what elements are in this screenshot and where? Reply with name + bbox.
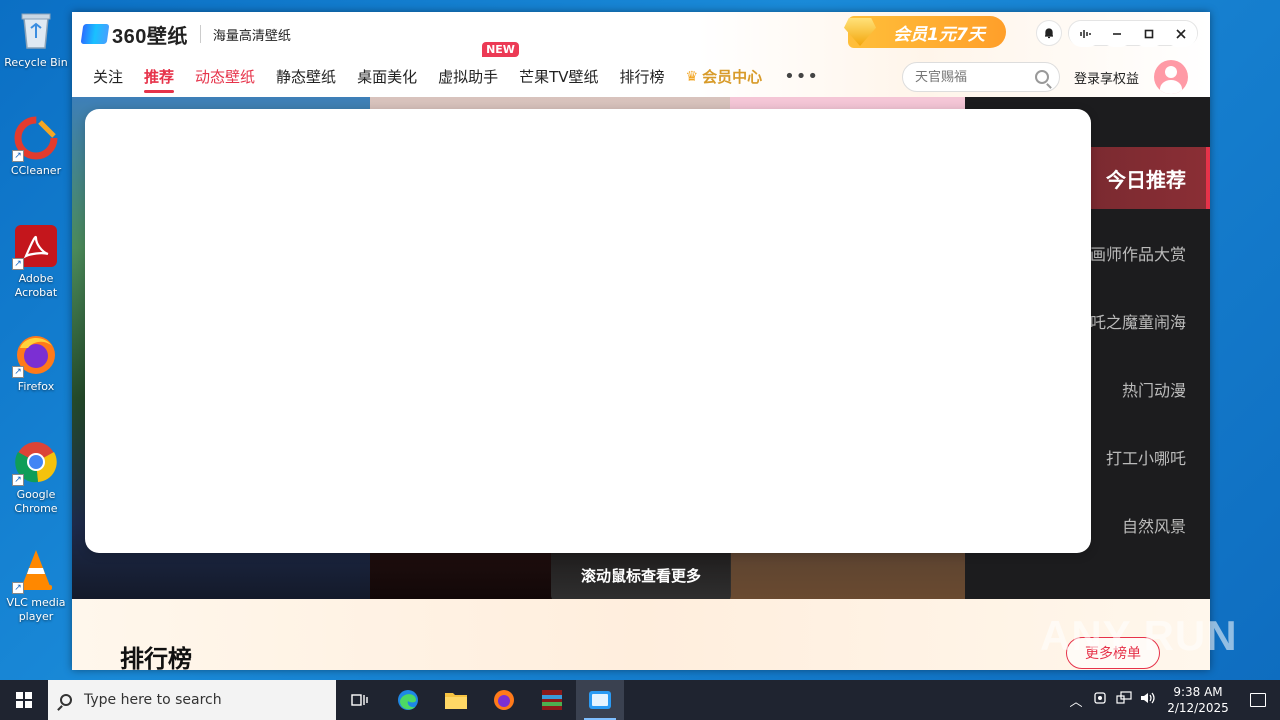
wallpaper-app-window: 360壁纸 海量高清壁纸 会员1元7天 关注 推荐 动态壁纸 静态壁纸 桌面美化…	[72, 12, 1210, 670]
chrome-icon: ↗	[12, 440, 58, 486]
desktop-icon-label: Recycle Bin	[4, 56, 68, 69]
side-menu-item[interactable]: 打工小哪吒	[1106, 445, 1186, 469]
taskbar-winrar[interactable]	[528, 680, 576, 720]
nav-recommend[interactable]: 推荐	[144, 56, 175, 97]
nav-ranking[interactable]: 排行榜	[620, 56, 665, 97]
minimize-button[interactable]	[1101, 21, 1133, 47]
bell-icon[interactable]	[1036, 20, 1062, 46]
desktop-icon-label: Adobe Acrobat	[14, 272, 58, 299]
maximize-button[interactable]	[1133, 21, 1165, 47]
taskbar: Type here to search ︿ 9:38 AM 2/12/2025	[0, 680, 1280, 720]
volume-icon[interactable]	[1136, 691, 1160, 709]
ranking-title: 排行榜	[120, 645, 192, 670]
desktop-icon-recycle-bin[interactable]: Recycle Bin	[4, 8, 68, 70]
logo-mark-icon	[80, 24, 110, 44]
start-button[interactable]	[0, 680, 48, 720]
shortcut-arrow-icon: ↗	[12, 150, 24, 162]
shortcut-arrow-icon: ↗	[12, 366, 24, 378]
clock[interactable]: 9:38 AM 2/12/2025	[1160, 684, 1236, 716]
system-tray: ︿ 9:38 AM 2/12/2025	[1064, 680, 1280, 720]
taskbar-edge[interactable]	[384, 680, 432, 720]
side-menu-item[interactable]: 热门动漫	[1122, 377, 1186, 401]
windows-logo-icon	[16, 692, 32, 708]
search-input[interactable]	[915, 69, 1025, 85]
clock-date: 2/12/2025	[1167, 701, 1229, 715]
notification-icon	[1250, 693, 1266, 707]
new-badge: NEW	[482, 42, 519, 57]
slogan: 海量高清壁纸	[212, 28, 291, 44]
blank-popup-dialog[interactable]	[85, 109, 1091, 553]
shortcut-arrow-icon: ↗	[12, 582, 24, 594]
shortcut-arrow-icon: ↗	[12, 474, 24, 486]
nav-vip-center[interactable]: ♛ 会员中心	[686, 56, 763, 97]
window-controls	[1036, 20, 1198, 47]
taskbar-search[interactable]: Type here to search	[48, 680, 336, 720]
chevron-up-icon[interactable]: ︿	[1064, 691, 1088, 710]
network-icon[interactable]	[1112, 691, 1136, 709]
avatar[interactable]	[1154, 60, 1188, 94]
nav-mango-tv-wallpaper[interactable]: 芒果TV壁纸	[519, 56, 598, 97]
search-icon	[60, 694, 72, 706]
scroll-hint: 滚动鼠标查看更多	[551, 547, 731, 603]
firefox-icon	[494, 690, 514, 710]
desktop-icon-label: Firefox	[17, 380, 55, 393]
task-view-icon	[351, 694, 368, 706]
taskbar-firefox[interactable]	[480, 680, 528, 720]
task-view-button[interactable]	[336, 680, 384, 720]
taskbar-search-placeholder: Type here to search	[84, 692, 222, 708]
edge-icon	[398, 690, 418, 710]
search-box[interactable]	[902, 62, 1060, 92]
nav-static-wallpaper[interactable]: 静态壁纸	[276, 56, 336, 97]
desktop-icon-adobe-acrobat[interactable]: ↗ Adobe Acrobat	[4, 224, 68, 300]
desktop-icon-ccleaner[interactable]: ↗ CCleaner	[4, 116, 68, 178]
winrar-icon	[542, 690, 562, 710]
folder-icon	[445, 693, 467, 709]
diamond-icon	[844, 18, 876, 46]
clock-time: 9:38 AM	[1173, 685, 1223, 699]
window-button-group	[1068, 20, 1198, 47]
ccleaner-icon: ↗	[12, 116, 58, 162]
logo-text: 360壁纸	[112, 25, 188, 48]
vlc-icon: ↗	[12, 548, 58, 594]
close-button[interactable]	[1165, 21, 1197, 47]
nav-desktop-beautify[interactable]: 桌面美化	[357, 56, 417, 97]
login-link[interactable]: 登录享权益	[1074, 68, 1139, 87]
desktop-icon-vlc[interactable]: ↗ VLC media player	[4, 548, 68, 624]
app-header: 360壁纸 海量高清壁纸 会员1元7天 关注 推荐 动态壁纸 静态壁纸 桌面美化…	[72, 12, 1210, 97]
anyrun-watermark: ANY RUN	[1040, 612, 1238, 659]
vip-promo-banner[interactable]: 会员1元7天	[844, 16, 1006, 48]
nav-dynamic-wallpaper[interactable]: 动态壁纸	[195, 56, 255, 97]
desktop-icon-label: CCleaner	[10, 164, 62, 177]
nav-follow[interactable]: 关注	[93, 56, 123, 97]
app-logo[interactable]: 360壁纸	[80, 20, 188, 49]
crown-icon: ♛	[685, 68, 699, 85]
side-menu-item[interactable]: 吒之魔童闹海	[1090, 309, 1186, 333]
taskbar-360-wallpaper[interactable]	[576, 680, 624, 720]
menu-icon[interactable]	[1069, 21, 1101, 47]
main-nav: 关注 推荐 动态壁纸 静态壁纸 桌面美化 虚拟助手 NEW 芒果TV壁纸 排行榜…	[72, 42, 1210, 97]
notification-button[interactable]	[1236, 693, 1280, 707]
desktop-icon-label: Google Chrome	[14, 488, 58, 515]
side-menu-item[interactable]: 自然风景	[1122, 513, 1186, 537]
firefox-icon: ↗	[12, 332, 58, 378]
promo-text: 会员1元7天	[893, 24, 985, 45]
side-menu-item[interactable]: 画师作品大赏	[1090, 241, 1186, 265]
divider	[199, 25, 201, 43]
more-icon[interactable]: •••	[784, 66, 819, 87]
nav-virtual-assistant[interactable]: 虚拟助手 NEW	[438, 42, 519, 97]
search-icon[interactable]	[1035, 70, 1049, 84]
shortcut-arrow-icon: ↗	[12, 258, 24, 270]
taskbar-file-explorer[interactable]	[432, 680, 480, 720]
recycle-bin-icon	[14, 8, 58, 52]
360-wallpaper-icon	[589, 691, 611, 709]
title-bar: 360壁纸 海量高清壁纸 会员1元7天	[72, 12, 1210, 56]
desktop-icon-firefox[interactable]: ↗ Firefox	[4, 332, 68, 394]
adobe-acrobat-icon: ↗	[12, 224, 58, 270]
desktop-icon-chrome[interactable]: ↗ Google Chrome	[4, 440, 68, 516]
network-activity-icon[interactable]	[1088, 691, 1112, 709]
desktop-icon-label: VLC media player	[6, 596, 66, 623]
